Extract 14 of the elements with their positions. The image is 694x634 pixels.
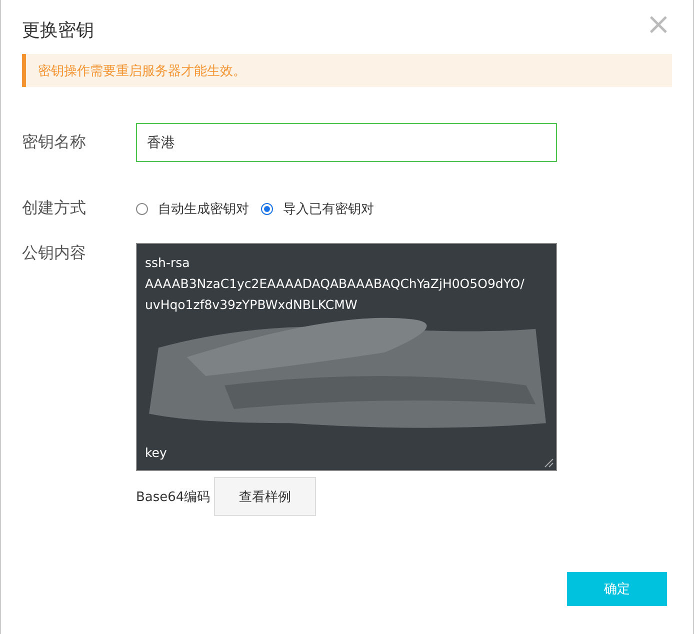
public-key-field[interactable]: ssh-rsa AAAAB3NzaC1yc2EAAAADAQABAAABAQChYaZjH0O5O9dYO/ uvHqo1zf8v39zYPBWxdNBLKCMW key: [136, 243, 557, 471]
radio-option[interactable]: 自动生成密钥对: [136, 200, 249, 218]
radio-option[interactable]: 导入已有密钥对: [261, 200, 374, 218]
field-label: 公钥内容: [22, 243, 87, 264]
dialog-title: 更换密钥: [22, 19, 94, 42]
hint-text: Base64编码: [136, 488, 210, 506]
resize-grip-icon[interactable]: [544, 458, 554, 468]
field-label: 创建方式: [22, 198, 87, 219]
radio-icon[interactable]: [261, 202, 273, 214]
alert-text: 密钥操作需要重启服务器才能生效。: [38, 62, 246, 80]
radio-icon[interactable]: [136, 202, 148, 214]
input-field[interactable]: 香港: [136, 123, 557, 162]
view-example-button[interactable]: 查看样例: [214, 477, 316, 516]
field-label: 密钥名称: [22, 132, 87, 153]
